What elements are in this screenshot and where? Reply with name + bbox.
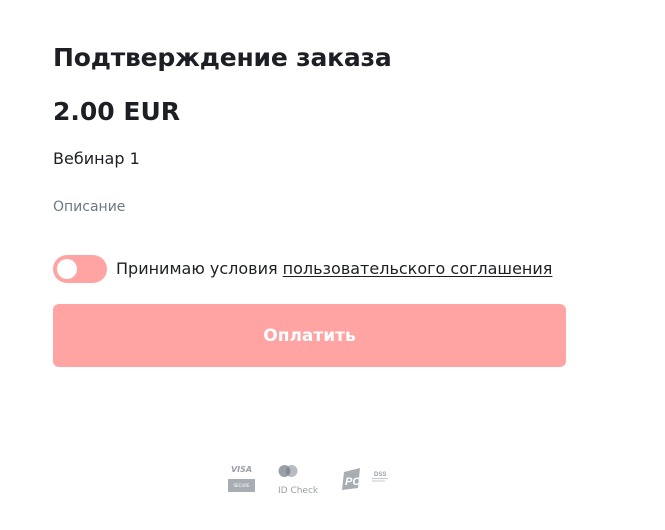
mastercard-circles-icon [278, 465, 298, 477]
visa-secure-bar: SECURE [228, 479, 255, 492]
mastercard-logo: ID Check [278, 464, 322, 498]
agreement-label: Принимаю условия [116, 259, 278, 278]
mastercard-id-check-text: ID Check [278, 486, 319, 496]
visa-logo-text: VISA [230, 465, 253, 474]
toggle-knob [57, 259, 77, 279]
agreement-row: Принимаю условия пользовательского согла… [53, 255, 552, 283]
product-description: Описание [53, 199, 126, 215]
pay-button[interactable]: Оплатить [53, 304, 566, 367]
visa-secure-logo: VISA SECURE [228, 465, 255, 493]
pci-text: PCI [345, 476, 364, 488]
order-confirmation-page: Подтверждение заказа 2.00 EUR Вебинар 1 … [0, 0, 665, 530]
payment-logos: VISA SECURE ID Check PCI DSS [0, 462, 665, 502]
pci-dss-icon: PCI DSS [342, 468, 388, 490]
page-title: Подтверждение заказа [53, 43, 392, 72]
pci-dss-logo: PCI DSS [342, 466, 392, 492]
user-agreement-link[interactable]: пользовательского соглашения [283, 258, 553, 280]
agreement-toggle[interactable] [53, 255, 107, 283]
product-name: Вебинар 1 [53, 149, 140, 168]
order-price: 2.00 EUR [53, 97, 181, 126]
pci-dss-text: DSS [374, 472, 386, 478]
